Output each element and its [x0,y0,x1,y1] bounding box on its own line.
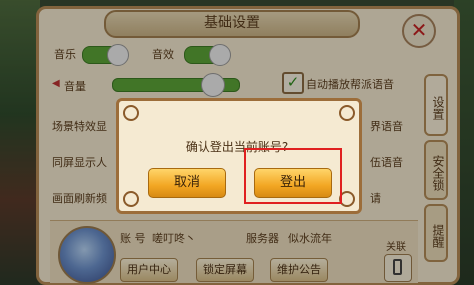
cancel-button[interactable]: 取消 [148,168,226,198]
corner-ornament [339,105,355,121]
corner-ornament [123,191,139,207]
highlight-box [244,148,342,204]
corner-ornament [123,105,139,121]
dialog-message: 确认登出当前账号? [185,140,289,154]
